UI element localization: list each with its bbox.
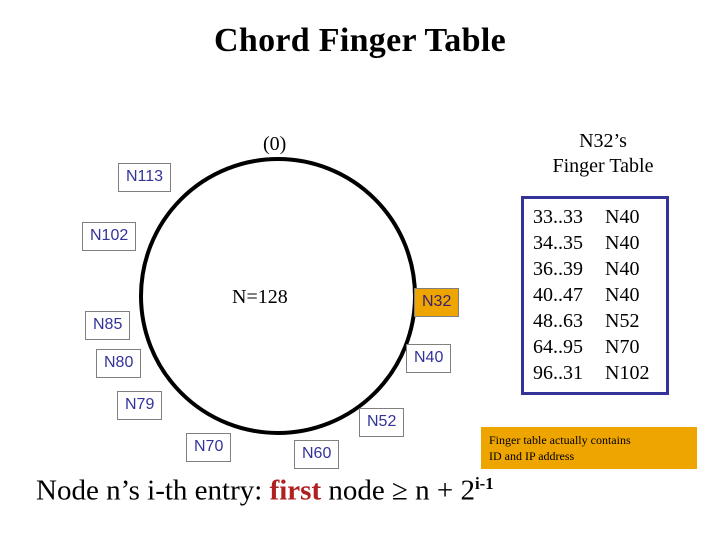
finger-table: 33..33 N40 34..35 N40 36..39 N40 40..47 …: [521, 196, 669, 395]
node-box-n80[interactable]: N80: [96, 349, 142, 378]
table-row: 96..31 N102: [524, 360, 666, 386]
note-line-1: Finger table actually contains: [489, 433, 631, 447]
finger-range: 40..47: [533, 284, 583, 306]
formula-exponent: i-1: [475, 474, 494, 493]
finger-range: 36..39: [533, 258, 583, 280]
node-box-n70[interactable]: N70: [186, 433, 232, 462]
node-box-n60[interactable]: N60: [294, 440, 340, 469]
note-callout: Finger table actually contains ID and IP…: [481, 427, 697, 469]
node-box-n79[interactable]: N79: [117, 391, 163, 420]
ring-circle-icon: [139, 157, 417, 435]
slide-canvas: Chord Finger Table (0) N=128 N113 N102 N…: [0, 0, 720, 540]
formula-prefix: Node n’s i-th entry:: [36, 474, 270, 507]
node-box-n52[interactable]: N52: [359, 408, 405, 437]
formula-middle: node ≥ n + 2: [321, 474, 476, 507]
table-row: 40..47 N40: [524, 282, 666, 308]
finger-successor: N40: [605, 206, 640, 228]
ring-zero-label: (0): [263, 133, 287, 155]
finger-successor: N102: [605, 362, 650, 384]
table-row: 33..33 N40: [524, 204, 666, 230]
node-box-n102[interactable]: N102: [82, 222, 137, 251]
finger-successor: N52: [605, 310, 640, 332]
finger-range: 33..33: [533, 206, 583, 228]
finger-successor: N40: [605, 284, 640, 306]
finger-range: 96..31: [533, 362, 583, 384]
finger-table-heading-line1: N32’s: [579, 130, 627, 152]
node-box-n32[interactable]: N32: [414, 288, 460, 317]
finger-range: 64..95: [533, 336, 583, 358]
finger-table-heading-line2: Finger Table: [552, 155, 654, 178]
table-row: 34..35 N40: [524, 230, 666, 256]
node-box-n85[interactable]: N85: [85, 311, 131, 340]
finger-successor: N70: [605, 336, 640, 358]
finger-range: 34..35: [533, 232, 583, 254]
finger-successor: N40: [605, 232, 640, 254]
node-box-n113[interactable]: N113: [118, 163, 172, 192]
finger-table-heading: N32’s Finger Table: [500, 129, 706, 180]
node-box-n40[interactable]: N40: [406, 344, 452, 373]
chord-ring-diagram: (0) N=128 N113 N102 N85 N80 N79 N70 N60 …: [0, 0, 480, 540]
finger-successor: N40: [605, 258, 640, 280]
table-row: 48..63 N52: [524, 308, 666, 334]
ring-center-label: N=128: [232, 286, 288, 308]
table-row: 36..39 N40: [524, 256, 666, 282]
finger-range: 48..63: [533, 310, 583, 332]
table-row: 64..95 N70: [524, 334, 666, 360]
formula-caption: Node n’s i-th entry: first node ≥ n + 2i…: [36, 474, 494, 508]
formula-emphasis: first: [269, 474, 322, 507]
note-line-2: ID and IP address: [489, 449, 575, 464]
